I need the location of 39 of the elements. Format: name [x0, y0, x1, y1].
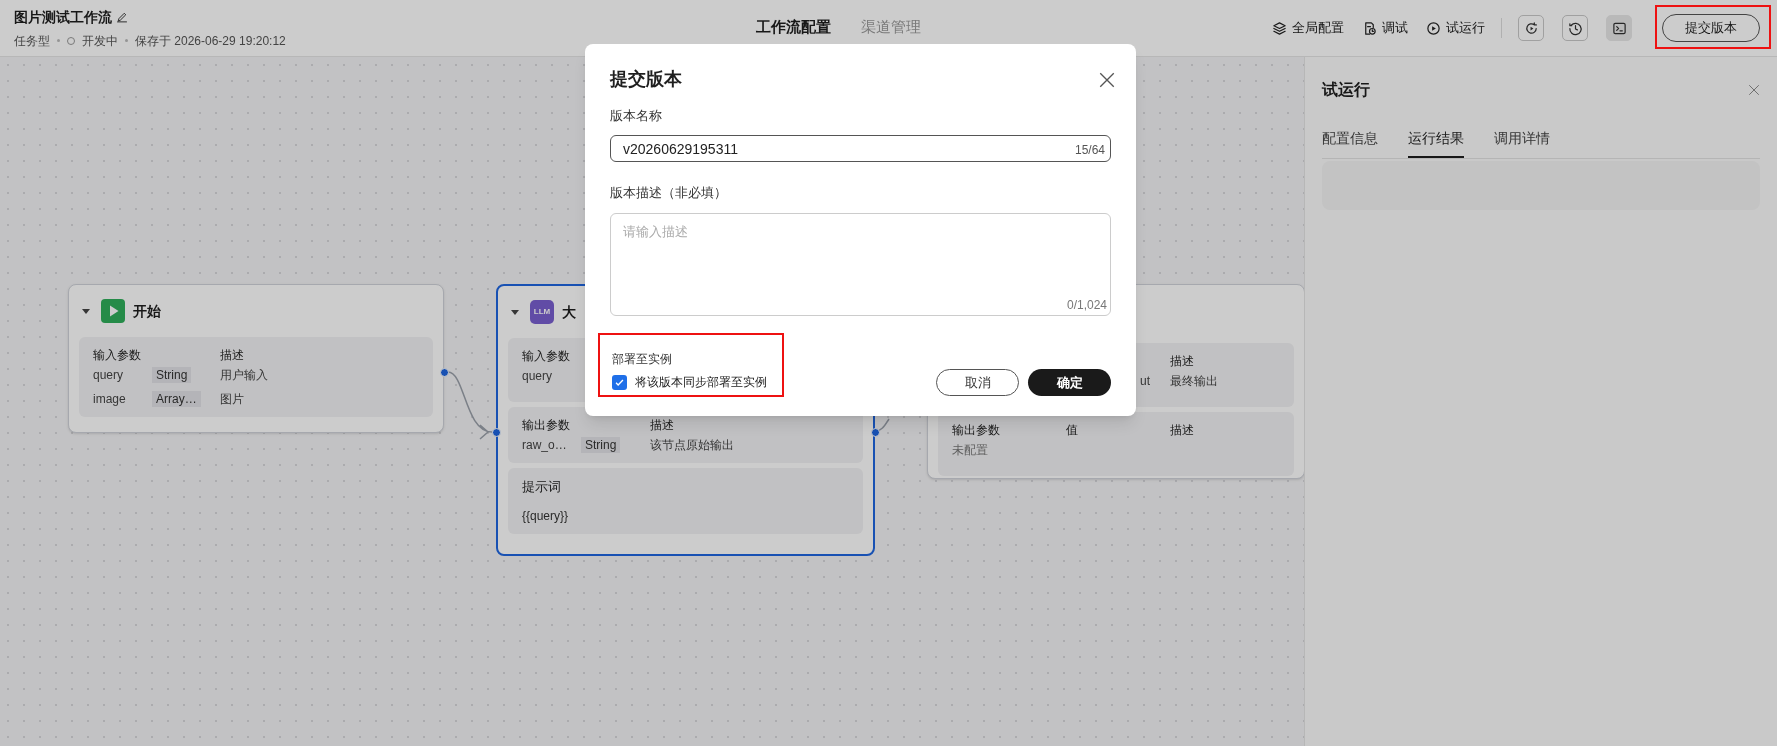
field-label: 版本名称 — [610, 108, 662, 123]
column-header: 输出参数 — [952, 423, 1000, 437]
column-header: 描述 — [650, 418, 674, 432]
node-title: 大 — [562, 302, 576, 322]
column-header: 描述 — [1170, 423, 1194, 437]
param-description: 图片 — [220, 392, 244, 406]
prompt-text: {{query}} — [522, 508, 569, 523]
type-tag: String — [581, 437, 621, 453]
param-description: 该节点原始输出 — [650, 438, 734, 452]
column-header: 输入参数 — [93, 348, 141, 362]
char-counter: 0/1,024 — [1066, 297, 1107, 314]
column-header: 输入参数 — [522, 349, 570, 363]
section-label: 部署至实例 — [612, 352, 672, 366]
node-title: 开始 — [133, 301, 161, 321]
column-header: 描述 — [220, 348, 244, 362]
column-header: 输出参数 — [522, 418, 570, 432]
dialog-title: 提交版本 — [610, 68, 682, 91]
param-name: image — [93, 392, 126, 406]
llm-badge: LLM — [530, 300, 554, 324]
type-tag: Array… — [152, 391, 201, 407]
section-title: 提示词 — [522, 479, 561, 494]
column-header: 值 — [1066, 423, 1078, 437]
empty-text: 未配置 — [952, 443, 988, 457]
meta-text: 保存于 2026-06-29 19:20:12 — [135, 32, 286, 50]
column-header: 描述 — [1170, 354, 1194, 368]
checkbox-label: 将该版本同步部署至实例 — [635, 374, 767, 391]
field-label: 版本描述（非必填） — [610, 185, 727, 200]
param-description: 用户输入 — [220, 368, 268, 382]
param-value: ut — [1140, 374, 1150, 388]
param-name: query — [522, 369, 553, 383]
param-description: 最终输出 — [1170, 374, 1218, 388]
type-tag: String — [152, 367, 192, 383]
param-name: raw_o… — [522, 438, 567, 452]
panel-title: 试运行 — [1322, 80, 1370, 100]
meta-text: 任务型 — [14, 32, 50, 50]
char-counter: 15/64 — [1074, 142, 1105, 159]
param-name: query — [93, 368, 124, 382]
status-text: 开发中 — [82, 32, 118, 50]
workflow-title: 图片测试工作流 — [14, 7, 112, 27]
